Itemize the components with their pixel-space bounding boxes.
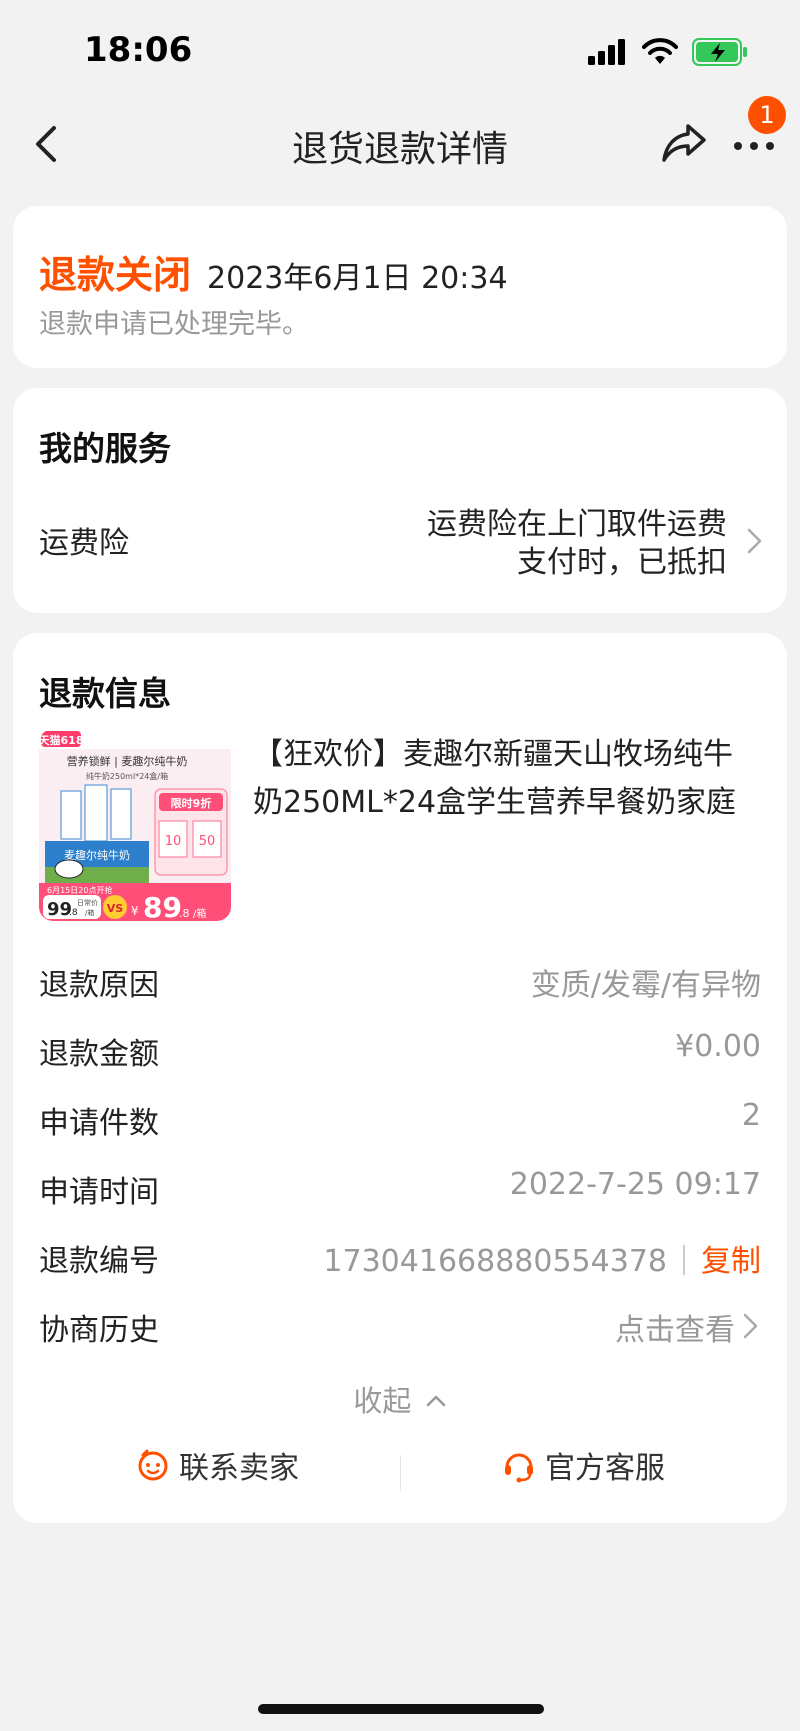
img-date: 6月15日20点开抢 (47, 885, 112, 895)
refund-status-datetime: 2023年6月1日 20:34 (207, 261, 508, 296)
service-heading: 我的服务 (39, 429, 171, 468)
collapse-button[interactable]: 收起 (13, 1378, 787, 1420)
seller-chat-icon (138, 1449, 168, 1481)
collapse-label: 收起 (353, 1384, 412, 1418)
status-icons (588, 38, 748, 66)
img-promo: 限时9折 (171, 796, 212, 810)
home-indicator (258, 1704, 544, 1714)
img-coupon-1: 10 (165, 834, 182, 849)
status-bar: 18:06 (0, 0, 800, 100)
shipping-insurance-label: 运费险 (39, 526, 129, 561)
refund-info-heading: 退款信息 (39, 674, 171, 713)
refund-status-description: 退款申请已处理完毕。 (39, 309, 309, 340)
refund-number-value-wrap: 1730416688805543​78 复制 (323, 1236, 761, 1280)
img-new-price: 89 (143, 891, 182, 921)
img-tag-text: 天猫618 (39, 733, 83, 747)
refund-amount-label: 退款金额 (39, 1037, 159, 1072)
refund-reason-label: 退款原因 (39, 968, 159, 1003)
wifi-icon (642, 38, 678, 64)
refund-status-card: 退款关闭 2023年6月1日 20:34 退款申请已处理完毕。 (13, 206, 787, 368)
product-image-art: 天猫618 营养锁鲜 | 麦趣尔纯牛奶 纯牛奶250ml*24盒/箱 麦趣尔纯牛… (39, 729, 231, 921)
apply-time-value: 2022-7-25 09:17 (509, 1167, 761, 1202)
product-title[interactable]: 【狂欢价】麦趣尔新疆天山牧场纯牛奶250ML*24盒学生营养早餐奶家庭 (253, 731, 753, 827)
shipping-insurance-line2: 支付时，已抵扣 (517, 545, 727, 580)
navigation-bar: 退货退款详情 (0, 100, 800, 188)
img-sub: 纯牛奶250ml*24盒/箱 (86, 771, 168, 781)
chevron-right-icon[interactable] (741, 1311, 761, 1341)
my-service-card: 我的服务 运费险 运费险在上门取件运费 支付时，已抵扣 (13, 388, 787, 613)
apply-quantity-row: 申请件数 2 (39, 1092, 761, 1142)
img-old-unit: /箱 (85, 908, 94, 917)
official-service-label: 官方客服 (545, 1451, 665, 1486)
refund-info-card: 退款信息 天猫618 营养锁鲜 | 麦趣尔纯牛奶 纯牛奶250ml*24盒/箱 … (13, 633, 787, 1523)
refund-amount-value: ¥0.00 (675, 1029, 761, 1064)
share-icon[interactable] (660, 118, 708, 166)
img-vs: VS (107, 902, 124, 915)
copy-button[interactable]: 复制 (701, 1244, 761, 1279)
img-headline: 营养锁鲜 | 麦趣尔纯牛奶 (67, 754, 188, 768)
apply-quantity-label: 申请件数 (39, 1106, 159, 1141)
apply-quantity-value: 2 (741, 1098, 761, 1133)
img-currency: ¥ (131, 904, 139, 918)
img-old-price-dec: .8 (69, 908, 78, 918)
official-service-button[interactable]: 官方客服 (501, 1443, 665, 1487)
refund-amount-row: 退款金额 ¥0.00 (39, 1023, 761, 1073)
refund-reason-value: 变质/发霉/有异物 (530, 968, 761, 1003)
status-line: 退款关闭 2023年6月1日 20:34 (39, 244, 508, 299)
battery-charging-icon (692, 38, 747, 66)
refund-number-value: 1730416688805543​78 (323, 1244, 667, 1279)
negotiation-history-label: 协商历史 (39, 1313, 159, 1348)
footer-actions: 联系卖家 官方客服 (13, 1443, 787, 1503)
shipping-insurance-value[interactable]: 运费险在上门取件运费 支付时，已抵扣 (367, 506, 727, 582)
chevron-up-icon (426, 1395, 445, 1407)
img-new-unit: /箱 (193, 907, 206, 920)
footer-divider (400, 1455, 401, 1491)
refund-reason-row: 退款原因 变质/发霉/有异物 (39, 954, 761, 1004)
img-brand-box: 麦趣尔纯牛奶 (64, 848, 130, 862)
refund-number-label: 退款编号 (39, 1244, 159, 1279)
img-coupon-2: 50 (199, 834, 216, 849)
chevron-right-icon[interactable] (745, 526, 765, 556)
negotiation-history-row[interactable]: 协商历史 点击查看 (39, 1299, 761, 1349)
shipping-insurance-line1: 运费险在上门取件运费 (427, 507, 727, 542)
contact-seller-label: 联系卖家 (179, 1451, 299, 1486)
apply-time-row: 申请时间 2022-7-25 09:17 (39, 1161, 761, 1211)
notification-badge: 1 (748, 96, 786, 134)
img-old-label: 日常价 (77, 898, 98, 907)
refund-number-row: 退款编号 1730416688805543​78 复制 (39, 1230, 761, 1280)
negotiation-history-value[interactable]: 点击查看 (615, 1305, 735, 1349)
signal-icon (588, 39, 625, 65)
headset-icon (505, 1453, 533, 1483)
contact-seller-button[interactable]: 联系卖家 (135, 1443, 299, 1487)
img-new-price-dec: .8 (179, 907, 190, 920)
apply-time-label: 申请时间 (39, 1175, 159, 1210)
product-image[interactable]: 天猫618 营养锁鲜 | 麦趣尔纯牛奶 纯牛奶250ml*24盒/箱 麦趣尔纯牛… (39, 729, 231, 921)
copy-separator (683, 1245, 685, 1275)
status-time: 18:06 (84, 30, 193, 70)
refund-status-title: 退款关闭 (39, 253, 192, 297)
